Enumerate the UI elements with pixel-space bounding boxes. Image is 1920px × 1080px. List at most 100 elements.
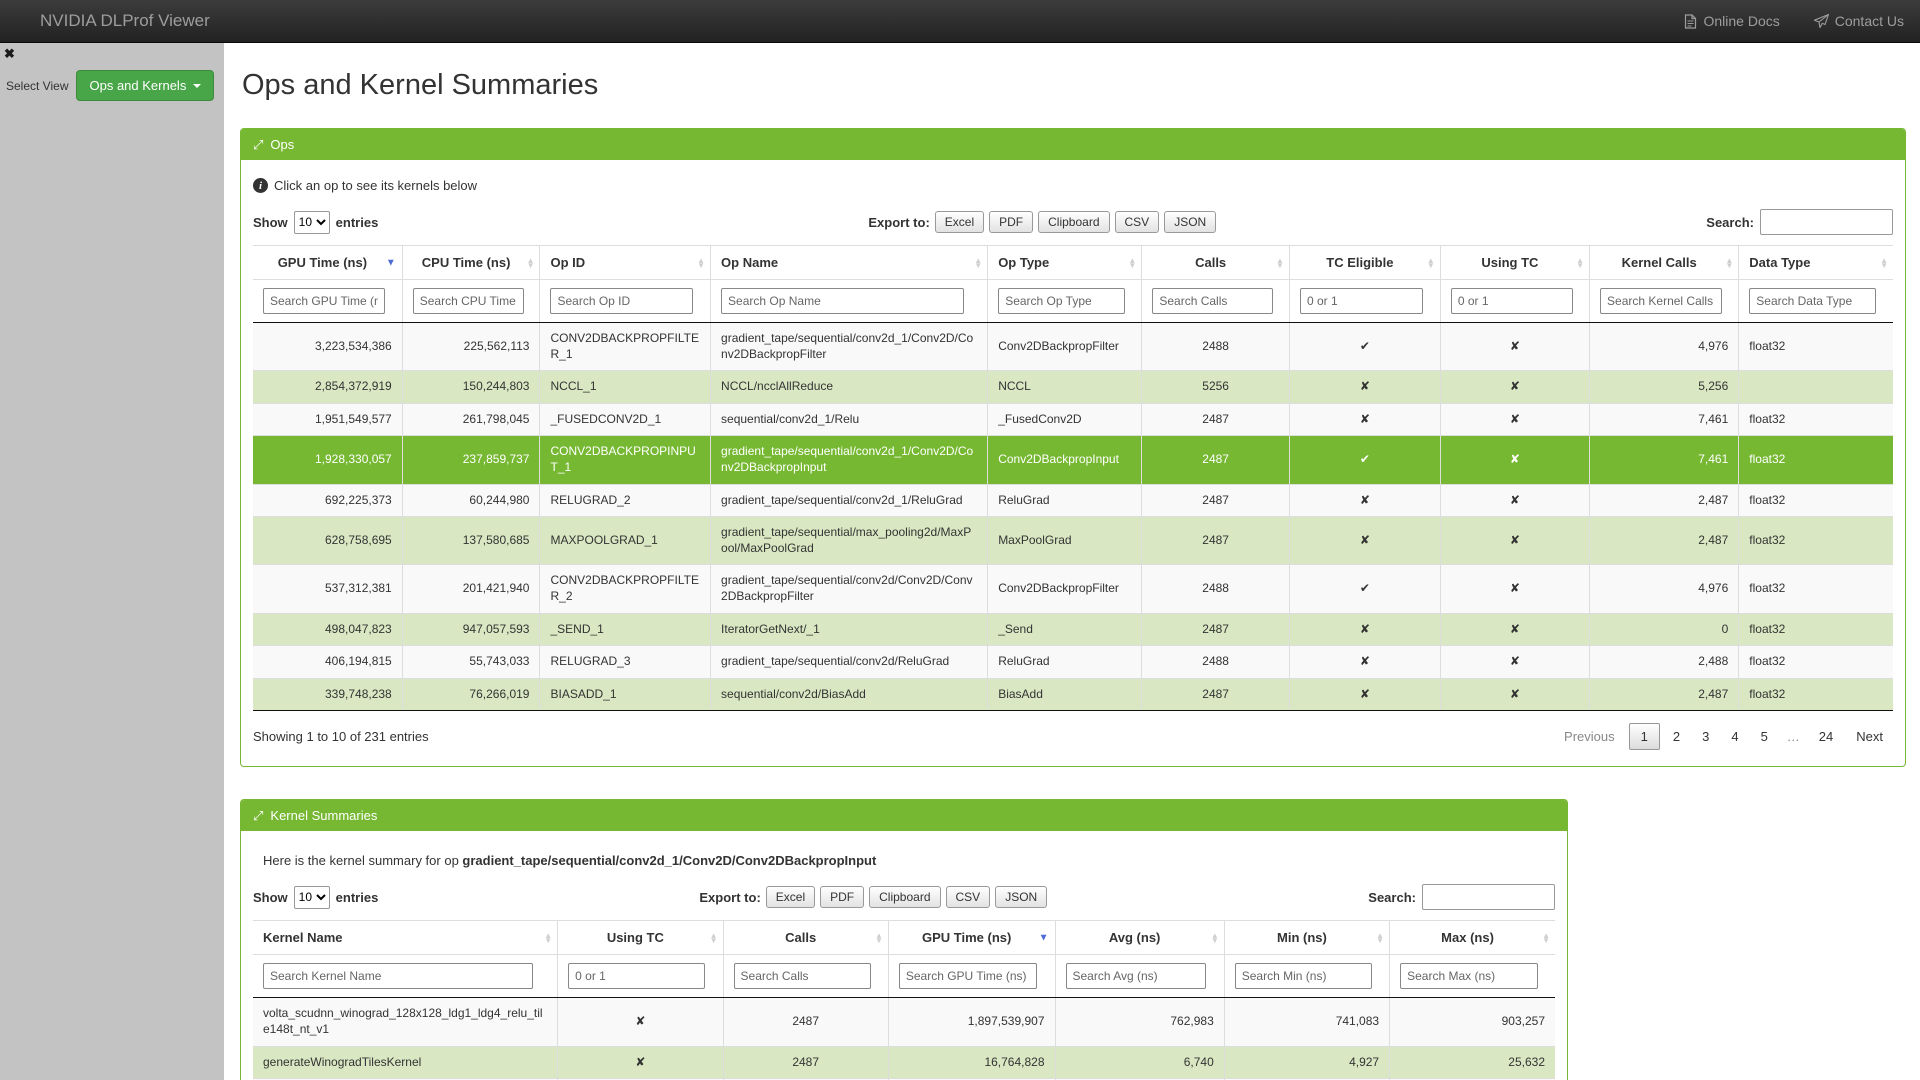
column-header-op-name[interactable]: Op Name▲▼ xyxy=(711,246,988,280)
ops-export-json-button[interactable]: JSON xyxy=(1164,211,1216,233)
ops-export-pdf-button[interactable]: PDF xyxy=(989,211,1033,233)
kernel-export-excel-button[interactable]: Excel xyxy=(766,886,815,908)
cell-tc-eligible: ✔ xyxy=(1289,565,1440,613)
sort-desc-icon: ▼ xyxy=(974,263,982,268)
cell-op-id: _FUSEDCONV2D_1 xyxy=(540,403,711,436)
column-header-calls[interactable]: Calls▲▼ xyxy=(723,921,888,955)
kernel-search-input[interactable] xyxy=(1422,884,1555,910)
column-header-op-type[interactable]: Op Type▲▼ xyxy=(988,246,1142,280)
column-header-calls[interactable]: Calls▲▼ xyxy=(1142,246,1290,280)
ops-export-clipboard-button[interactable]: Clipboard xyxy=(1038,211,1109,233)
kernel-panel-header[interactable]: ⤢ Kernel Summaries xyxy=(241,800,1567,831)
paper-plane-icon xyxy=(1814,14,1829,28)
cell-op-name: sequential/conv2d/BiasAdd xyxy=(711,678,988,711)
filter-input-kernel-name[interactable] xyxy=(263,963,533,989)
close-icon[interactable]: ✖ xyxy=(4,46,15,62)
kernel-export-clipboard-button[interactable]: Clipboard xyxy=(869,886,940,908)
column-header-using-tc[interactable]: Using TC▲▼ xyxy=(1440,246,1589,280)
filter-cell-tc-eligible xyxy=(1289,280,1440,323)
column-label: GPU Time (ns) xyxy=(278,255,367,270)
cell-using-tc: ✘ xyxy=(558,998,723,1046)
column-header-gpu-time-ns[interactable]: GPU Time (ns)▼ xyxy=(888,921,1055,955)
filter-input-op-id[interactable] xyxy=(550,288,692,314)
sort-desc-icon: ▼ xyxy=(710,938,718,943)
ops-row-7[interactable]: 537,312,381201,421,940CONV2DBACKPROPFILT… xyxy=(253,565,1893,613)
ops-export-excel-button[interactable]: Excel xyxy=(935,211,984,233)
column-header-max-ns[interactable]: Max (ns)▲▼ xyxy=(1390,921,1555,955)
column-header-using-tc[interactable]: Using TC▲▼ xyxy=(558,921,723,955)
sort-desc-icon: ▼ xyxy=(1376,938,1384,943)
filter-input-calls[interactable] xyxy=(734,963,871,989)
column-header-min-ns[interactable]: Min (ns)▲▼ xyxy=(1224,921,1389,955)
filter-input-kernel-calls[interactable] xyxy=(1600,288,1722,314)
ops-next-button[interactable]: Next xyxy=(1846,724,1893,749)
sort-icons: ▲▼ xyxy=(1128,258,1136,268)
cell-op-name: gradient_tape/sequential/conv2d/ReluGrad xyxy=(711,646,988,679)
ops-page-size-select[interactable]: 10 xyxy=(294,211,330,234)
filter-input-using-tc[interactable] xyxy=(568,963,705,989)
ops-previous-button[interactable]: Previous xyxy=(1554,724,1625,749)
filter-input-min-ns[interactable] xyxy=(1235,963,1372,989)
ops-export-csv-button[interactable]: CSV xyxy=(1115,211,1160,233)
kernel-page-size-select[interactable]: 10 xyxy=(294,886,330,909)
cell-using-tc: ✘ xyxy=(1440,565,1589,613)
filter-input-gpu-time-ns[interactable] xyxy=(263,288,385,314)
ops-page-24-button[interactable]: 24 xyxy=(1810,724,1842,749)
filter-cell-min-ns xyxy=(1224,955,1389,998)
search-label: Search: xyxy=(1368,890,1416,905)
column-header-data-type[interactable]: Data Type▲▼ xyxy=(1739,246,1893,280)
contact-us-link[interactable]: Contact Us xyxy=(1814,13,1904,29)
ops-page-5-button[interactable]: 5 xyxy=(1752,724,1777,749)
filter-input-gpu-time-ns[interactable] xyxy=(899,963,1037,989)
filter-input-data-type[interactable] xyxy=(1749,288,1876,314)
ops-panel-header[interactable]: ⤢ Ops xyxy=(241,129,1905,160)
column-header-kernel-calls[interactable]: Kernel Calls▲▼ xyxy=(1590,246,1739,280)
filter-input-using-tc[interactable] xyxy=(1451,288,1573,314)
cell-data-type: float32 xyxy=(1739,565,1893,613)
column-header-tc-eligible[interactable]: TC Eligible▲▼ xyxy=(1289,246,1440,280)
ops-row-5[interactable]: 692,225,37360,244,980RELUGRAD_2gradient_… xyxy=(253,484,1893,517)
ops-page-3-button[interactable]: 3 xyxy=(1693,724,1718,749)
ops-row-1[interactable]: 3,223,534,386225,562,113CONV2DBACKPROPFI… xyxy=(253,323,1893,371)
cell-op-id: MAXPOOLGRAD_1 xyxy=(540,517,711,565)
cell-gpu-time-ns: 537,312,381 xyxy=(253,565,402,613)
filter-input-op-name[interactable] xyxy=(721,288,964,314)
cell-kernel-calls: 2,487 xyxy=(1590,678,1739,711)
filter-input-cpu-time-ns[interactable] xyxy=(413,288,524,314)
cell-using-tc: ✘ xyxy=(1440,678,1589,711)
filter-input-avg-ns[interactable] xyxy=(1066,963,1207,989)
cell-op-name: gradient_tape/sequential/max_pooling2d/M… xyxy=(711,517,988,565)
ops-row-2[interactable]: 2,854,372,919150,244,803NCCL_1NCCL/ncclA… xyxy=(253,371,1893,404)
view-dropdown-button[interactable]: Ops and Kernels xyxy=(76,70,214,101)
filter-input-calls[interactable] xyxy=(1152,288,1272,314)
filter-input-tc-eligible[interactable] xyxy=(1300,288,1423,314)
column-header-op-id[interactable]: Op ID▲▼ xyxy=(540,246,711,280)
filter-input-op-type[interactable] xyxy=(998,288,1124,314)
filter-input-max-ns[interactable] xyxy=(1400,963,1538,989)
filter-cell-op-type xyxy=(988,280,1142,323)
ops-row-3[interactable]: 1,951,549,577261,798,045_FUSEDCONV2D_1se… xyxy=(253,403,1893,436)
column-header-kernel-name[interactable]: Kernel Name▲▼ xyxy=(253,921,558,955)
ops-row-10[interactable]: 339,748,23876,266,019BIASADD_1sequential… xyxy=(253,678,1893,711)
ops-row-8[interactable]: 498,047,823947,057,593_SEND_1IteratorGet… xyxy=(253,613,1893,646)
ops-row-6[interactable]: 628,758,695137,580,685MAXPOOLGRAD_1gradi… xyxy=(253,517,1893,565)
ops-row-9[interactable]: 406,194,81555,743,033RELUGRAD_3gradient_… xyxy=(253,646,1893,679)
column-header-cpu-time-ns[interactable]: CPU Time (ns)▲▼ xyxy=(402,246,540,280)
ops-row-4[interactable]: 1,928,330,057237,859,737CONV2DBACKPROPIN… xyxy=(253,436,1893,484)
ops-page-2-button[interactable]: 2 xyxy=(1664,724,1689,749)
cell-tc-eligible: ✘ xyxy=(1289,613,1440,646)
ops-page-4-button[interactable]: 4 xyxy=(1722,724,1747,749)
ops-search-input[interactable] xyxy=(1760,209,1893,235)
ops-page-1-button[interactable]: 1 xyxy=(1629,723,1660,750)
info-icon: i xyxy=(253,178,268,193)
ops-header-row: GPU Time (ns)▼CPU Time (ns)▲▼Op ID▲▼Op N… xyxy=(253,246,1893,280)
column-header-avg-ns[interactable]: Avg (ns)▲▼ xyxy=(1055,921,1224,955)
filter-cell-calls xyxy=(1142,280,1290,323)
online-docs-link[interactable]: Online Docs xyxy=(1684,13,1779,29)
kernel-export-json-button[interactable]: JSON xyxy=(995,886,1047,908)
kernel-export-csv-button[interactable]: CSV xyxy=(946,886,991,908)
kernel-export-pdf-button[interactable]: PDF xyxy=(820,886,864,908)
column-header-gpu-time-ns[interactable]: GPU Time (ns)▼ xyxy=(253,246,402,280)
kernel-table-body: volta_scudnn_winograd_128x128_ldg1_ldg4_… xyxy=(253,998,1555,1080)
cell-using-tc: ✘ xyxy=(1440,403,1589,436)
